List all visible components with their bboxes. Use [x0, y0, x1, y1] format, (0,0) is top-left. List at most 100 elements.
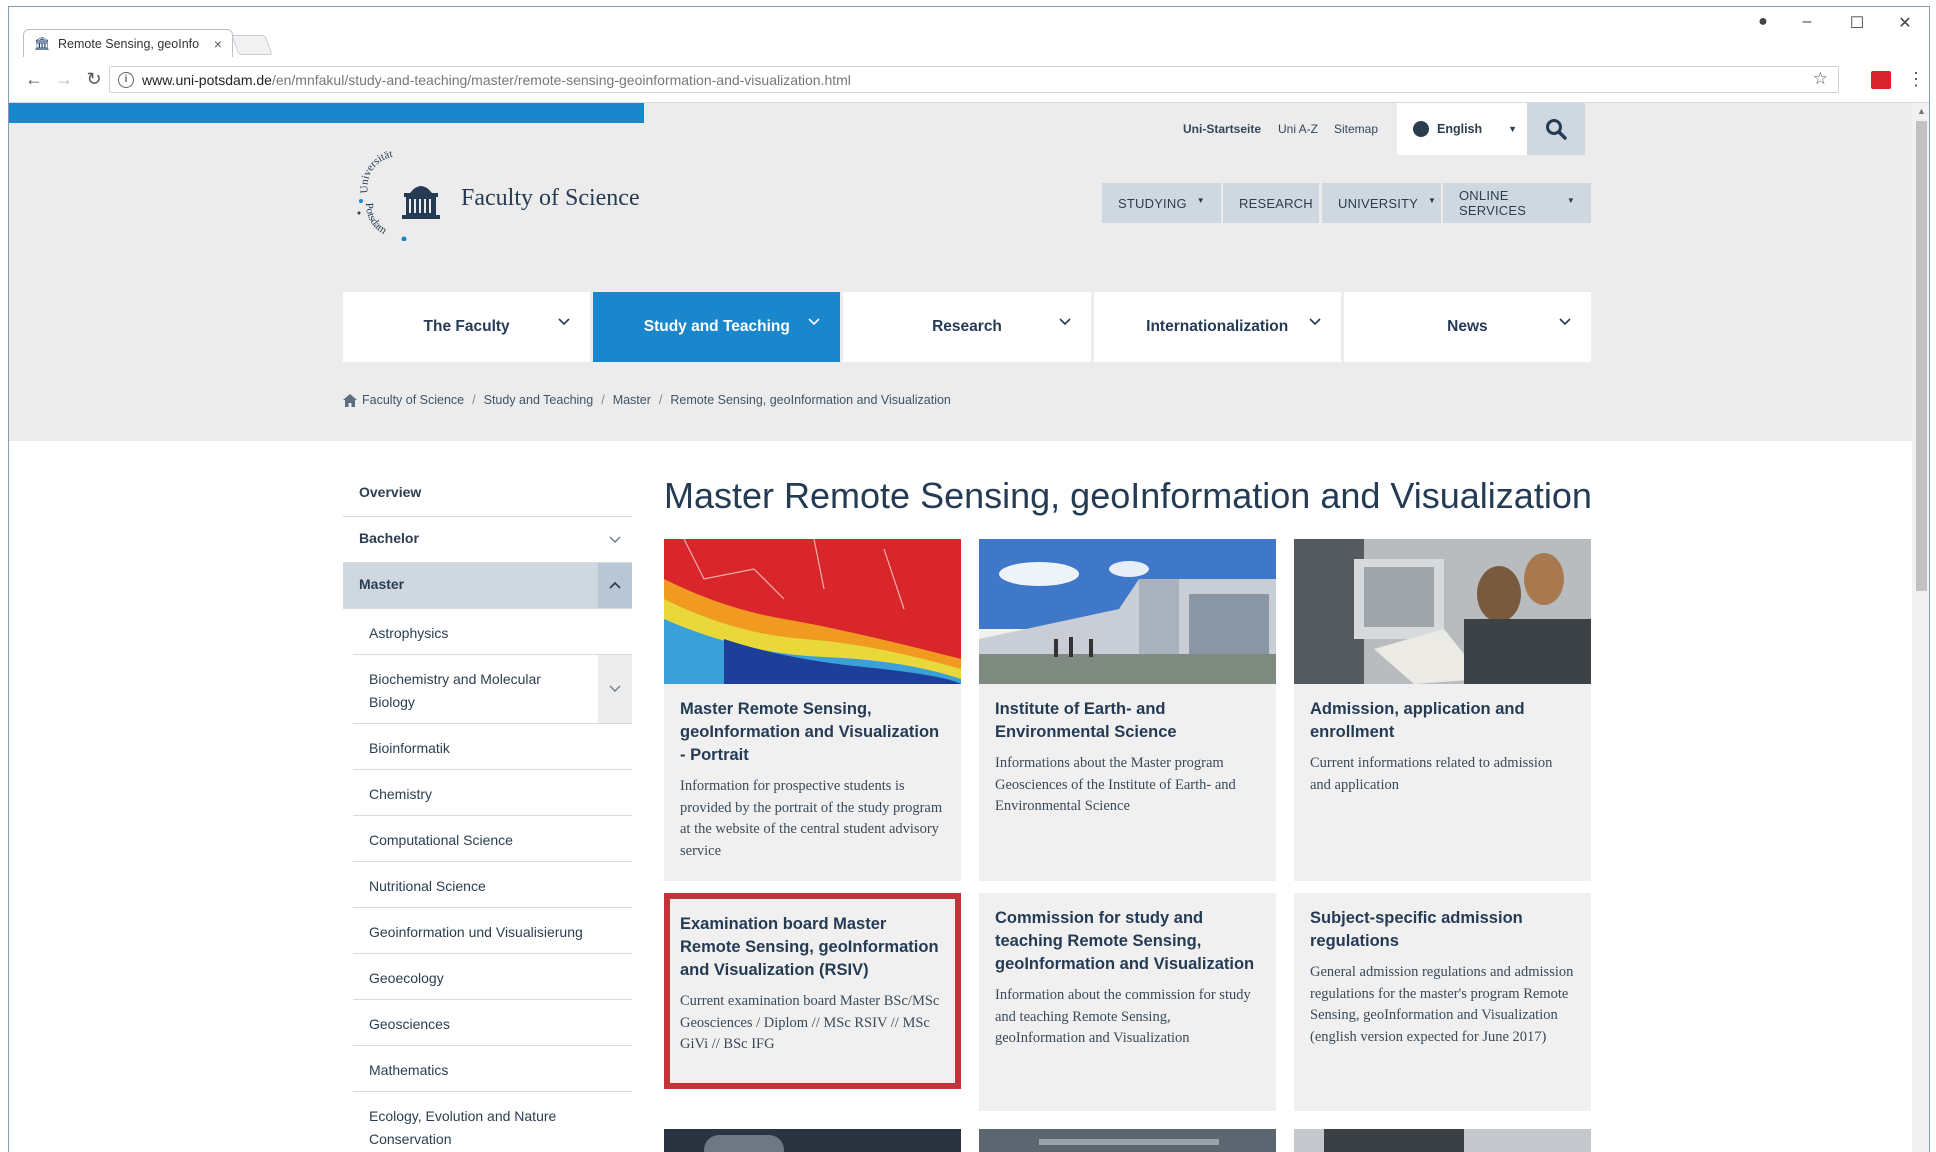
language-selector[interactable]: English ▼: [1397, 103, 1527, 155]
sidebar-item-bachelor[interactable]: Bachelor: [343, 517, 632, 563]
info-icon[interactable]: i: [118, 71, 134, 88]
card-title[interactable]: Examination board Master Remote Sensing,…: [670, 899, 955, 982]
nav-internationalization[interactable]: Internationalization: [1093, 292, 1341, 362]
chevron-down-icon[interactable]: [598, 655, 632, 723]
scrollbar-thumb[interactable]: [1916, 121, 1927, 591]
card-title[interactable]: Commission for study and teaching Remote…: [979, 893, 1276, 976]
topmenu-studying[interactable]: STUDYING ▼: [1102, 183, 1221, 223]
search-button[interactable]: [1527, 103, 1585, 155]
browser-window: 🏛 Remote Sensing, geoInfo × ● – ☐ ✕ ← → …: [8, 6, 1930, 1152]
sidebar: Overview Bachelor Master Astrophysics Bi…: [343, 471, 632, 1152]
card-portrait[interactable]: Master Remote Sensing, geoInformation an…: [664, 539, 961, 881]
main-navigation: The Faculty Study and Teaching Research …: [343, 292, 1592, 362]
header-band: [9, 103, 1912, 441]
chevron-down-icon[interactable]: [1059, 316, 1071, 328]
card-text: General admission regulations and admiss…: [1310, 964, 1574, 1045]
nav-research[interactable]: Research: [843, 292, 1091, 362]
sidebar-subitem-mathematics[interactable]: Mathematics: [353, 1046, 632, 1092]
chevron-down-icon[interactable]: [808, 316, 820, 328]
nav-the-faculty[interactable]: The Faculty: [343, 292, 591, 362]
forward-icon[interactable]: →: [49, 69, 79, 90]
card-text: Information about the commission for stu…: [995, 987, 1251, 1046]
university-favicon-icon: 🏛: [34, 35, 51, 51]
profile-icon[interactable]: ●: [1751, 13, 1775, 31]
nav-study-and-teaching[interactable]: Study and Teaching: [593, 292, 841, 362]
back-icon[interactable]: ←: [19, 69, 49, 90]
sidebar-item-overview[interactable]: Overview: [343, 471, 632, 517]
new-tab-button[interactable]: [231, 35, 273, 55]
card-text: Informations about the Master program Ge…: [995, 755, 1236, 814]
url-bar[interactable]: i www.uni-potsdam.de/en/mnfakul/study-an…: [109, 66, 1839, 93]
tab-strip: 🏛 Remote Sensing, geoInfo × ● – ☐ ✕: [9, 7, 1929, 57]
card-text: Current informations related to admissio…: [1310, 755, 1553, 793]
svg-text:Universität: Universität: [358, 151, 393, 194]
card-institute[interactable]: Institute of Earth- and Environmental Sc…: [979, 539, 1276, 881]
chevron-up-icon[interactable]: [598, 563, 632, 608]
scrollbar[interactable]: ▲: [1912, 103, 1929, 1152]
accent-bar: [9, 103, 644, 123]
page-viewport: Uni-Startseite Uni A-Z Sitemap English ▼…: [9, 103, 1912, 1152]
sidebar-subitem-biochemistry[interactable]: Biochemistry and Molecular Biology: [353, 655, 632, 724]
sidebar-subitem-nutritional-science[interactable]: Nutritional Science: [353, 862, 632, 908]
card-admission-regulations[interactable]: Subject-specific admission regulations G…: [1294, 893, 1591, 1111]
tab-close-button[interactable]: ×: [214, 36, 222, 52]
breadcrumb-item[interactable]: Master: [613, 393, 651, 407]
breadcrumb-item[interactable]: Study and Teaching: [484, 393, 594, 407]
browser-menu-icon[interactable]: ⋮: [1907, 69, 1925, 90]
breadcrumb-item[interactable]: Faculty of Science: [362, 393, 464, 407]
card-image-map: [664, 539, 961, 684]
chevron-down-icon[interactable]: [598, 517, 632, 562]
topmenu-university[interactable]: UNIVERSITY ▼: [1322, 183, 1441, 223]
breadcrumb: Faculty of Science / Study and Teaching / …: [343, 393, 951, 407]
card-image-building: [979, 539, 1276, 684]
card-title[interactable]: Admission, application and enrollment: [1294, 684, 1591, 744]
chevron-down-icon[interactable]: [1559, 316, 1571, 328]
svg-text:Potsdam: Potsdam: [363, 203, 389, 237]
scroll-up-icon[interactable]: ▲: [1917, 106, 1926, 116]
util-link-sitemap[interactable]: Sitemap: [1334, 103, 1378, 155]
search-icon: [1546, 119, 1567, 140]
card-title[interactable]: Master Remote Sensing, geoInformation an…: [664, 684, 961, 767]
topmenu-research[interactable]: RESEARCH▼: [1223, 183, 1331, 223]
card-image-partial[interactable]: [979, 1129, 1276, 1152]
util-link-az[interactable]: Uni A-Z: [1278, 103, 1318, 155]
chevron-down-icon[interactable]: [558, 316, 570, 328]
util-link-startseite[interactable]: Uni-Startseite: [1183, 103, 1261, 155]
reload-icon[interactable]: ↻: [79, 69, 109, 90]
sidebar-subitem-geosciences[interactable]: Geosciences: [353, 1000, 632, 1046]
card-commission[interactable]: Commission for study and teaching Remote…: [979, 893, 1276, 1111]
card-examination-board[interactable]: Examination board Master Remote Sensing,…: [664, 893, 961, 1089]
card-image-partial[interactable]: [1294, 1129, 1591, 1152]
university-seal-icon: Universität Potsdam: [357, 151, 440, 241]
faculty-logo[interactable]: Universität Potsdam Faculty of Science: [354, 151, 654, 241]
maximize-icon[interactable]: ☐: [1845, 13, 1869, 33]
globe-icon: [1413, 121, 1429, 137]
sidebar-subitem-ecology[interactable]: Ecology, Evolution and Nature Conservati…: [353, 1092, 632, 1152]
chevron-down-icon[interactable]: [1309, 316, 1321, 328]
tab-title: Remote Sensing, geoInfo: [58, 36, 200, 51]
card-image-partial[interactable]: [664, 1129, 961, 1152]
sidebar-subitem-geoinformation[interactable]: Geoinformation und Visualisierung: [353, 908, 632, 954]
sidebar-subitem-astrophysics[interactable]: Astrophysics: [353, 609, 632, 655]
sidebar-item-master[interactable]: Master: [343, 563, 632, 609]
address-toolbar: ← → ↻ i www.uni-potsdam.de/en/mnfakul/st…: [9, 57, 1929, 103]
sidebar-subitem-bioinformatik[interactable]: Bioinformatik: [353, 724, 632, 770]
topmenu-online-services[interactable]: ONLINE SERVICES ▼: [1443, 183, 1591, 223]
home-icon[interactable]: [343, 393, 357, 407]
sidebar-subitem-geoecology[interactable]: Geoecology: [353, 954, 632, 1000]
card-admission[interactable]: Admission, application and enrollment Cu…: [1294, 539, 1591, 881]
sidebar-subitem-computational-science[interactable]: Computational Science: [353, 816, 632, 862]
minimize-icon[interactable]: –: [1795, 13, 1819, 31]
card-title[interactable]: Institute of Earth- and Environmental Sc…: [979, 684, 1276, 744]
close-window-icon[interactable]: ✕: [1893, 13, 1917, 33]
caret-down-icon: ▼: [1508, 124, 1518, 134]
sidebar-subitem-chemistry[interactable]: Chemistry: [353, 770, 632, 816]
star-icon[interactable]: ☆: [1813, 69, 1828, 89]
browser-tab[interactable]: 🏛 Remote Sensing, geoInfo ×: [23, 29, 233, 57]
extension-icon[interactable]: [1871, 71, 1891, 89]
caret-down-icon: ▼: [1428, 195, 1437, 205]
card-title[interactable]: Subject-specific admission regulations: [1294, 893, 1591, 953]
breadcrumb-current: Remote Sensing, geoInformation and Visua…: [670, 393, 951, 407]
nav-news[interactable]: News: [1343, 292, 1592, 362]
caret-down-icon: ▼: [1196, 195, 1205, 205]
